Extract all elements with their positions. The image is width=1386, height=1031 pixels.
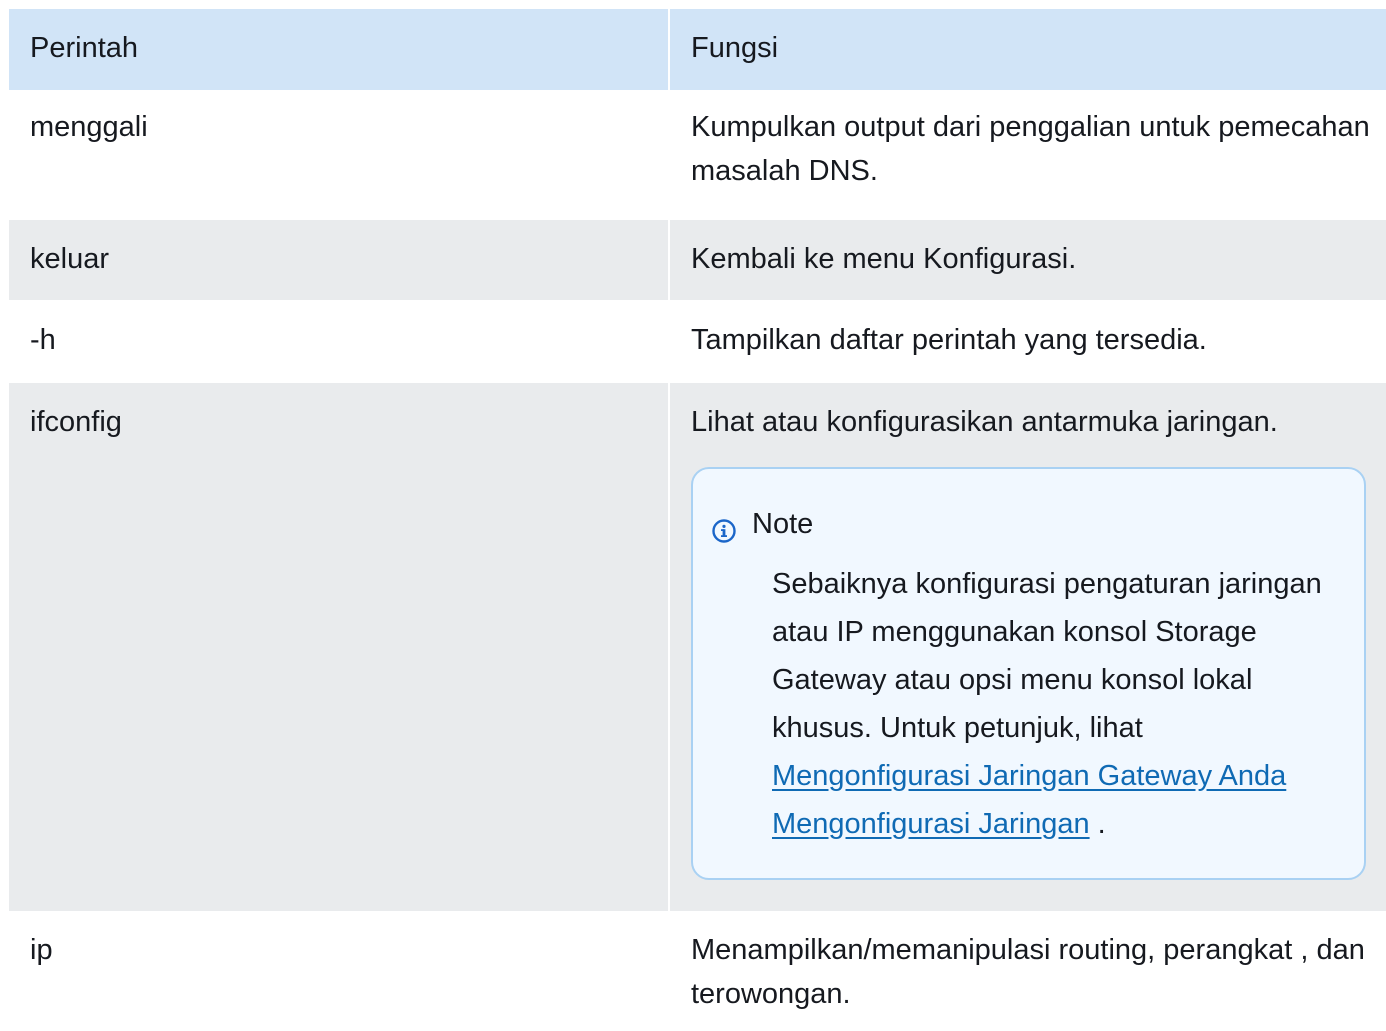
table-row: ifconfig Lihat atau konfigurasikan antar… [9, 383, 1386, 911]
function-cell: Kembali ke menu Konfigurasi. [691, 243, 1077, 275]
note-header: Note [712, 502, 1344, 546]
configure-network-link[interactable]: Mengonfigurasi Jaringan Gateway Anda Men… [772, 760, 1286, 840]
note-trailing-period: . [1097, 808, 1106, 840]
function-cell: Kumpulkan output dari penggalian untuk p… [691, 111, 1370, 187]
function-text: Lihat atau konfigurasikan antarmuka jari… [691, 406, 1278, 438]
note-title: Note [752, 508, 814, 540]
note-callout: Note Sebaiknya konfigurasi pengaturan ja… [691, 467, 1366, 880]
command-cell: ip [9, 911, 670, 1031]
commands-table: Perintah Fungsi menggali Kumpulkan outpu… [9, 9, 1386, 1031]
note-body: Sebaiknya konfigurasi pengaturan jaringa… [772, 560, 1344, 848]
command-cell: keluar [9, 220, 670, 300]
command-cell: menggali [9, 90, 670, 220]
table-row: keluar Kembali ke menu Konfigurasi. [9, 220, 1386, 300]
function-cell: Lihat atau konfigurasikan antarmuka jari… [670, 383, 1386, 911]
column-header-command: Perintah [9, 9, 670, 90]
table-row: menggali Kumpulkan output dari penggalia… [9, 90, 1386, 220]
table-row: ip Menampilkan/memanipulasi routing, per… [9, 911, 1386, 1031]
note-body-text: Sebaiknya konfigurasi pengaturan jaringa… [772, 568, 1322, 744]
table-row: -h Tampilkan daftar perintah yang tersed… [9, 300, 1386, 383]
command-cell: ifconfig [9, 383, 670, 911]
info-icon [712, 512, 736, 543]
table-header-row: Perintah Fungsi [9, 9, 1386, 90]
command-cell: -h [9, 300, 670, 383]
function-cell: Menampilkan/memanipulasi routing, perang… [691, 934, 1365, 1010]
function-cell: Tampilkan daftar perintah yang tersedia. [691, 324, 1207, 356]
column-header-function: Fungsi [691, 32, 779, 64]
